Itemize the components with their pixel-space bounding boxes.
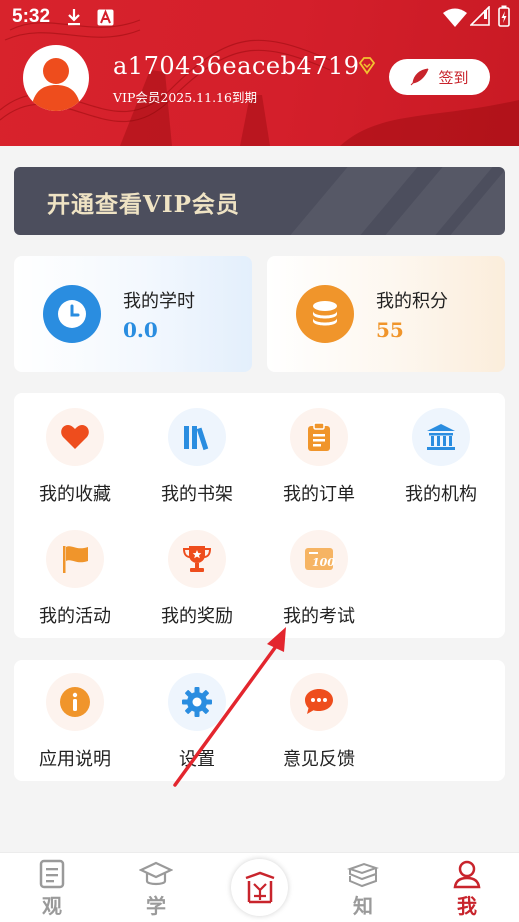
person-icon xyxy=(31,58,81,111)
user-icon xyxy=(415,853,519,889)
menu-label: 我的活动 xyxy=(39,606,111,627)
bottom-navigation: 观 学 知 我 xyxy=(0,852,519,922)
graduation-cap-icon xyxy=(104,853,208,889)
status-time: 5:32 xyxy=(12,6,51,27)
menu-item-activities[interactable]: 我的活动 xyxy=(14,530,136,628)
info-icon xyxy=(46,673,104,731)
avatar[interactable] xyxy=(23,45,89,111)
exam-icon: 100 xyxy=(290,530,348,588)
svg-text:100: 100 xyxy=(312,556,335,569)
document-icon xyxy=(0,853,104,889)
battery-icon xyxy=(498,5,510,27)
coins-icon xyxy=(296,285,354,343)
menu-item-rewards[interactable]: 我的奖励 xyxy=(136,530,258,628)
clipboard-icon xyxy=(290,408,348,466)
checkin-button[interactable]: 签到 xyxy=(389,59,490,95)
bookshelf-icon xyxy=(168,408,226,466)
menu-label: 设置 xyxy=(179,749,215,770)
study-hours-value: 0.0 xyxy=(123,318,158,342)
trophy-icon xyxy=(168,530,226,588)
a-icon xyxy=(97,9,114,26)
menu-label: 我的机构 xyxy=(405,484,477,505)
menu-label: 我的书架 xyxy=(161,484,233,505)
nav-item-me[interactable]: 我 xyxy=(415,853,519,922)
status-bar: 5:32 xyxy=(0,0,519,34)
chat-icon xyxy=(290,673,348,731)
diamond-icon[interactable] xyxy=(356,55,378,77)
menu-label: 意见反馈 xyxy=(283,749,355,770)
nav-center-logo[interactable] xyxy=(231,859,288,916)
nav-label: 观 xyxy=(42,894,62,918)
points-value: 55 xyxy=(376,318,404,342)
feather-icon xyxy=(411,68,429,86)
points-title: 我的积分 xyxy=(376,291,448,312)
menu-item-feedback[interactable]: 意见反馈 xyxy=(258,673,380,771)
wifi-icon xyxy=(443,8,467,27)
menu-label: 我的考试 xyxy=(283,606,355,627)
menu-item-favorites[interactable]: 我的收藏 xyxy=(14,408,136,506)
points-card[interactable]: 我的积分 55 xyxy=(267,256,505,372)
study-hours-title: 我的学时 xyxy=(123,291,195,312)
menu-item-bookshelf[interactable]: 我的书架 xyxy=(136,408,258,506)
heart-icon xyxy=(46,408,104,466)
flag-icon xyxy=(46,530,104,588)
menu-item-app-info[interactable]: 应用说明 xyxy=(14,673,136,771)
checkin-label: 签到 xyxy=(438,68,469,87)
menu-label: 我的收藏 xyxy=(39,484,111,505)
nav-label: 学 xyxy=(146,894,166,918)
gear-icon xyxy=(168,673,226,731)
menu-label: 我的订单 xyxy=(283,484,355,505)
download-icon xyxy=(68,9,80,26)
clock-icon xyxy=(43,285,101,343)
nav-item-learn[interactable]: 学 xyxy=(104,853,208,922)
menu-item-exams[interactable]: 100 我的考试 xyxy=(258,530,380,628)
profile-header: 5:32 a170436eaceb4719 VIP会员2025.11.16到期 xyxy=(0,0,519,146)
menu-item-institution[interactable]: 我的机构 xyxy=(380,408,502,506)
nav-item-watch[interactable]: 观 xyxy=(0,853,104,922)
main-menu-panel: 我的收藏 我的书架 我的订单 我的机构 我的活动 我的奖励 100 我的考试 xyxy=(14,393,505,638)
menu-item-orders[interactable]: 我的订单 xyxy=(258,408,380,506)
vip-banner[interactable]: 开通查看VIP会员 xyxy=(14,167,505,235)
menu-label: 我的奖励 xyxy=(161,606,233,627)
menu-item-settings[interactable]: 设置 xyxy=(136,673,258,771)
vip-expiry-text: VIP会员2025.11.16到期 xyxy=(113,90,257,105)
nav-label: 我 xyxy=(457,894,477,918)
nav-item-know[interactable]: 知 xyxy=(311,853,415,922)
books-icon xyxy=(311,853,415,889)
seal-logo-icon xyxy=(245,871,274,903)
study-hours-card[interactable]: 我的学时 0.0 xyxy=(14,256,252,372)
signal-icon xyxy=(470,6,490,26)
nav-label: 知 xyxy=(353,894,373,918)
username: a170436eaceb4719 xyxy=(113,52,360,80)
menu-label: 应用说明 xyxy=(39,749,111,770)
secondary-menu-panel: 应用说明 设置 意见反馈 xyxy=(14,660,505,781)
institution-icon xyxy=(412,408,470,466)
vip-banner-label: 开通查看VIP会员 xyxy=(47,191,240,218)
